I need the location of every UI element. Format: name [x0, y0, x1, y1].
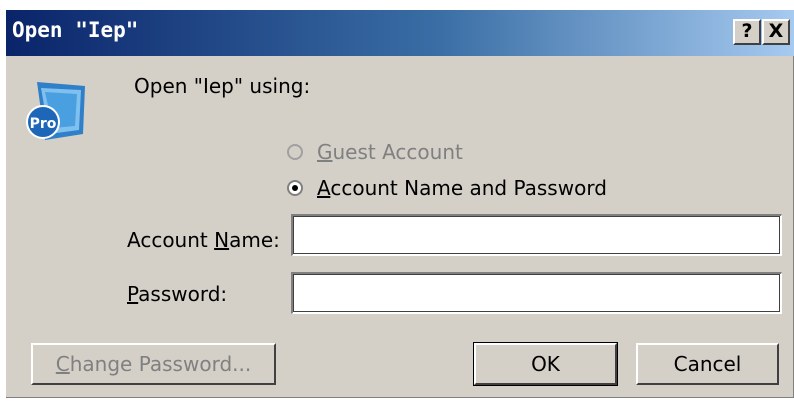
guest-account-radio[interactable] — [287, 144, 303, 160]
password-input[interactable] — [291, 272, 782, 314]
change-password-button[interactable]: Change Password... — [31, 343, 276, 385]
window-title: Open "Iep" — [12, 18, 139, 42]
account-name-label: Account Name: — [127, 228, 280, 252]
account-name-password-label: Account Name and Password — [317, 176, 607, 200]
guest-account-label: Guest Account — [317, 140, 463, 164]
open-file-dialog: Open "Iep" ? X Pro Open "Iep" using: Gue… — [6, 10, 794, 398]
help-button[interactable]: ? — [733, 19, 761, 45]
guest-account-option[interactable]: Guest Account — [287, 140, 463, 164]
ok-button[interactable]: OK — [473, 342, 618, 386]
prompt-text: Open "Iep" using: — [134, 74, 311, 98]
password-label: Password: — [127, 282, 228, 306]
title-bar: Open "Iep" ? X — [6, 10, 794, 56]
close-button[interactable]: X — [762, 19, 790, 45]
svg-text:Pro: Pro — [30, 116, 57, 132]
account-name-password-radio[interactable] — [287, 180, 303, 196]
cancel-button[interactable]: Cancel — [636, 343, 779, 385]
filemaker-pro-icon: Pro — [26, 82, 85, 140]
account-name-input[interactable] — [291, 214, 782, 256]
account-name-password-option[interactable]: Account Name and Password — [287, 176, 607, 200]
